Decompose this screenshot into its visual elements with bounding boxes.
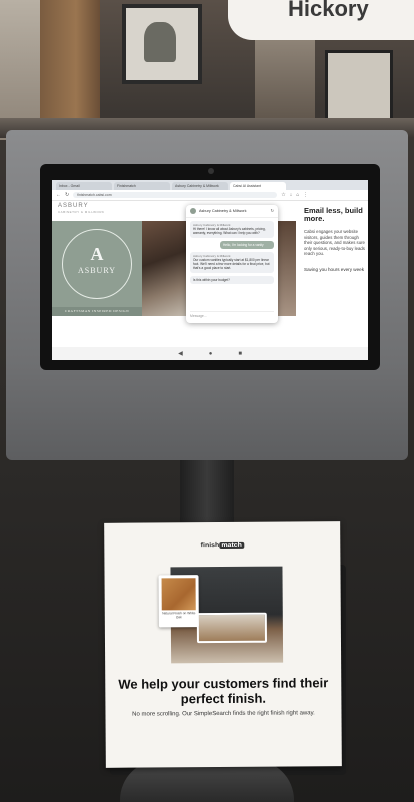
star-icon[interactable]: ☆ xyxy=(281,192,285,198)
photo-scene: Hickory Inbox - Gmail Finishmatch Asbury… xyxy=(0,0,414,802)
store-sign: Hickory xyxy=(228,0,414,40)
download-icon[interactable]: ↓ xyxy=(290,192,293,198)
hero-footer: CRAFTSMAN INSPIRED DESIGN xyxy=(52,307,142,316)
browser-tab[interactable]: Asbury Cabinetry & Millwork xyxy=(172,182,228,190)
hero-banner: A ASBURY CRAFTSMAN INSPIRED DESIGN xyxy=(52,221,142,316)
address-bar: ← ↻ finishmatch.cabsi.com ☆ ↓ ⌂ ⋮ xyxy=(52,190,368,201)
avatar xyxy=(190,208,196,214)
chat-message-user: Hello, I'm looking for a vanity xyxy=(220,240,274,249)
kiosk-enclosure: Inbox - Gmail Finishmatch Asbury Cabinet… xyxy=(6,130,408,460)
swatch-label: Natural Finish on White Oak xyxy=(162,611,196,620)
chat-input[interactable]: Message... xyxy=(190,311,274,320)
browser-tab[interactable]: Finishmatch xyxy=(114,182,170,190)
chat-message: Asbury Cabinetry & Millwork Our custom v… xyxy=(190,251,274,273)
chat-message: Asbury Cabinetry & Millwork Hi there! I … xyxy=(190,221,274,238)
finishmatch-logo: finish match xyxy=(200,541,244,550)
chat-text: Our custom vanities typically start at $… xyxy=(193,258,270,271)
display-cabinet xyxy=(40,0,100,120)
back-icon[interactable]: ← xyxy=(56,192,61,198)
hero-photo-strip xyxy=(278,221,296,316)
chat-text: Hi there! I know all about Asbury's cabi… xyxy=(193,227,266,236)
refresh-icon[interactable]: ↻ xyxy=(271,208,274,214)
chat-header: Asbury Cabinetry & Millwork ↻ xyxy=(186,205,278,218)
wall-frame xyxy=(122,4,202,84)
chat-widget: Asbury Cabinetry & Millwork ↻ Asbury Cab… xyxy=(186,205,278,323)
flyer-subtext: No more scrolling. Our SimpleSearch find… xyxy=(132,710,315,718)
tablet-screen: Inbox - Gmail Finishmatch Asbury Cabinet… xyxy=(52,180,368,360)
tablet-bezel: Inbox - Gmail Finishmatch Asbury Cabinet… xyxy=(40,164,380,370)
url-field[interactable]: finishmatch.cabsi.com xyxy=(73,192,278,198)
flyer: finish match Natural Finish on White Oak … xyxy=(104,521,342,768)
android-nav-bar: ◀ ● ■ xyxy=(52,347,368,360)
brand-seal: A ASBURY xyxy=(62,229,132,299)
promo-tagline: Saving you hours every week xyxy=(304,267,365,272)
kitchen-photo: Natural Finish on White Oak xyxy=(158,566,284,664)
kitchen-island-inset xyxy=(196,612,267,644)
recents-nav-icon[interactable]: ■ xyxy=(238,351,242,357)
home-icon[interactable]: ⌂ xyxy=(296,192,299,198)
flyer-headline: We help your customers find their perfec… xyxy=(118,675,329,707)
reload-icon[interactable]: ↻ xyxy=(65,192,69,198)
seal-text: ASBURY xyxy=(77,266,116,275)
back-nav-icon[interactable]: ◀ xyxy=(178,350,183,357)
chat-text: Is this within your budget? xyxy=(193,277,230,282)
browser-tab-strip: Inbox - Gmail Finishmatch Asbury Cabinet… xyxy=(52,180,368,190)
browser-tab-active[interactable]: Cabsi AI Assistant xyxy=(230,182,286,190)
chat-message: Is this within your budget? xyxy=(190,275,274,284)
promo-body: Cabsi engages your website visitors, gui… xyxy=(304,229,365,257)
chat-title: Asbury Cabinetry & Millwork xyxy=(199,209,247,213)
camera xyxy=(208,168,214,174)
chat-text: Hello, I'm looking for a vanity xyxy=(223,242,264,247)
promo-column: Email less, build more. Cabsi engages yo… xyxy=(302,201,368,341)
finish-swatch: Natural Finish on White Oak xyxy=(158,575,199,628)
home-nav-icon[interactable]: ● xyxy=(209,351,213,357)
site-brand[interactable]: ASBURY xyxy=(58,203,89,210)
seal-letter: A xyxy=(90,244,104,264)
browser-tab[interactable]: Inbox - Gmail xyxy=(56,182,112,190)
site-subbrand: CABINETRY & MILLWORK xyxy=(58,210,105,214)
menu-icon[interactable]: ⋮ xyxy=(303,192,308,198)
promo-heading: Email less, build more. xyxy=(304,206,363,223)
web-page: ASBURY CABINETRY & MILLWORK A ASBURY CRA… xyxy=(52,201,368,341)
